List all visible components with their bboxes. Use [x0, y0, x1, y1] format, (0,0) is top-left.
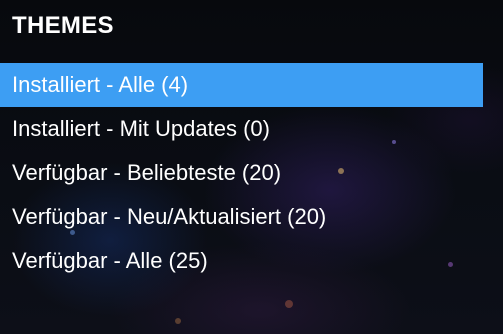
themes-screen: THEMES Installiert - Alle (4) Installier… [0, 0, 503, 334]
menu-item-installed-all[interactable]: Installiert - Alle (4) [0, 63, 483, 107]
menu-item-installed-with-updates[interactable]: Installiert - Mit Updates (0) [0, 107, 483, 151]
panel-title: THEMES [12, 12, 114, 39]
menu-item-available-popular[interactable]: Verfügbar - Beliebteste (20) [0, 151, 483, 195]
menu-item-available-all[interactable]: Verfügbar - Alle (25) [0, 239, 483, 283]
themes-menu: Installiert - Alle (4) Installiert - Mit… [0, 63, 483, 283]
menu-item-available-new-updated[interactable]: Verfügbar - Neu/Aktualisiert (20) [0, 195, 483, 239]
